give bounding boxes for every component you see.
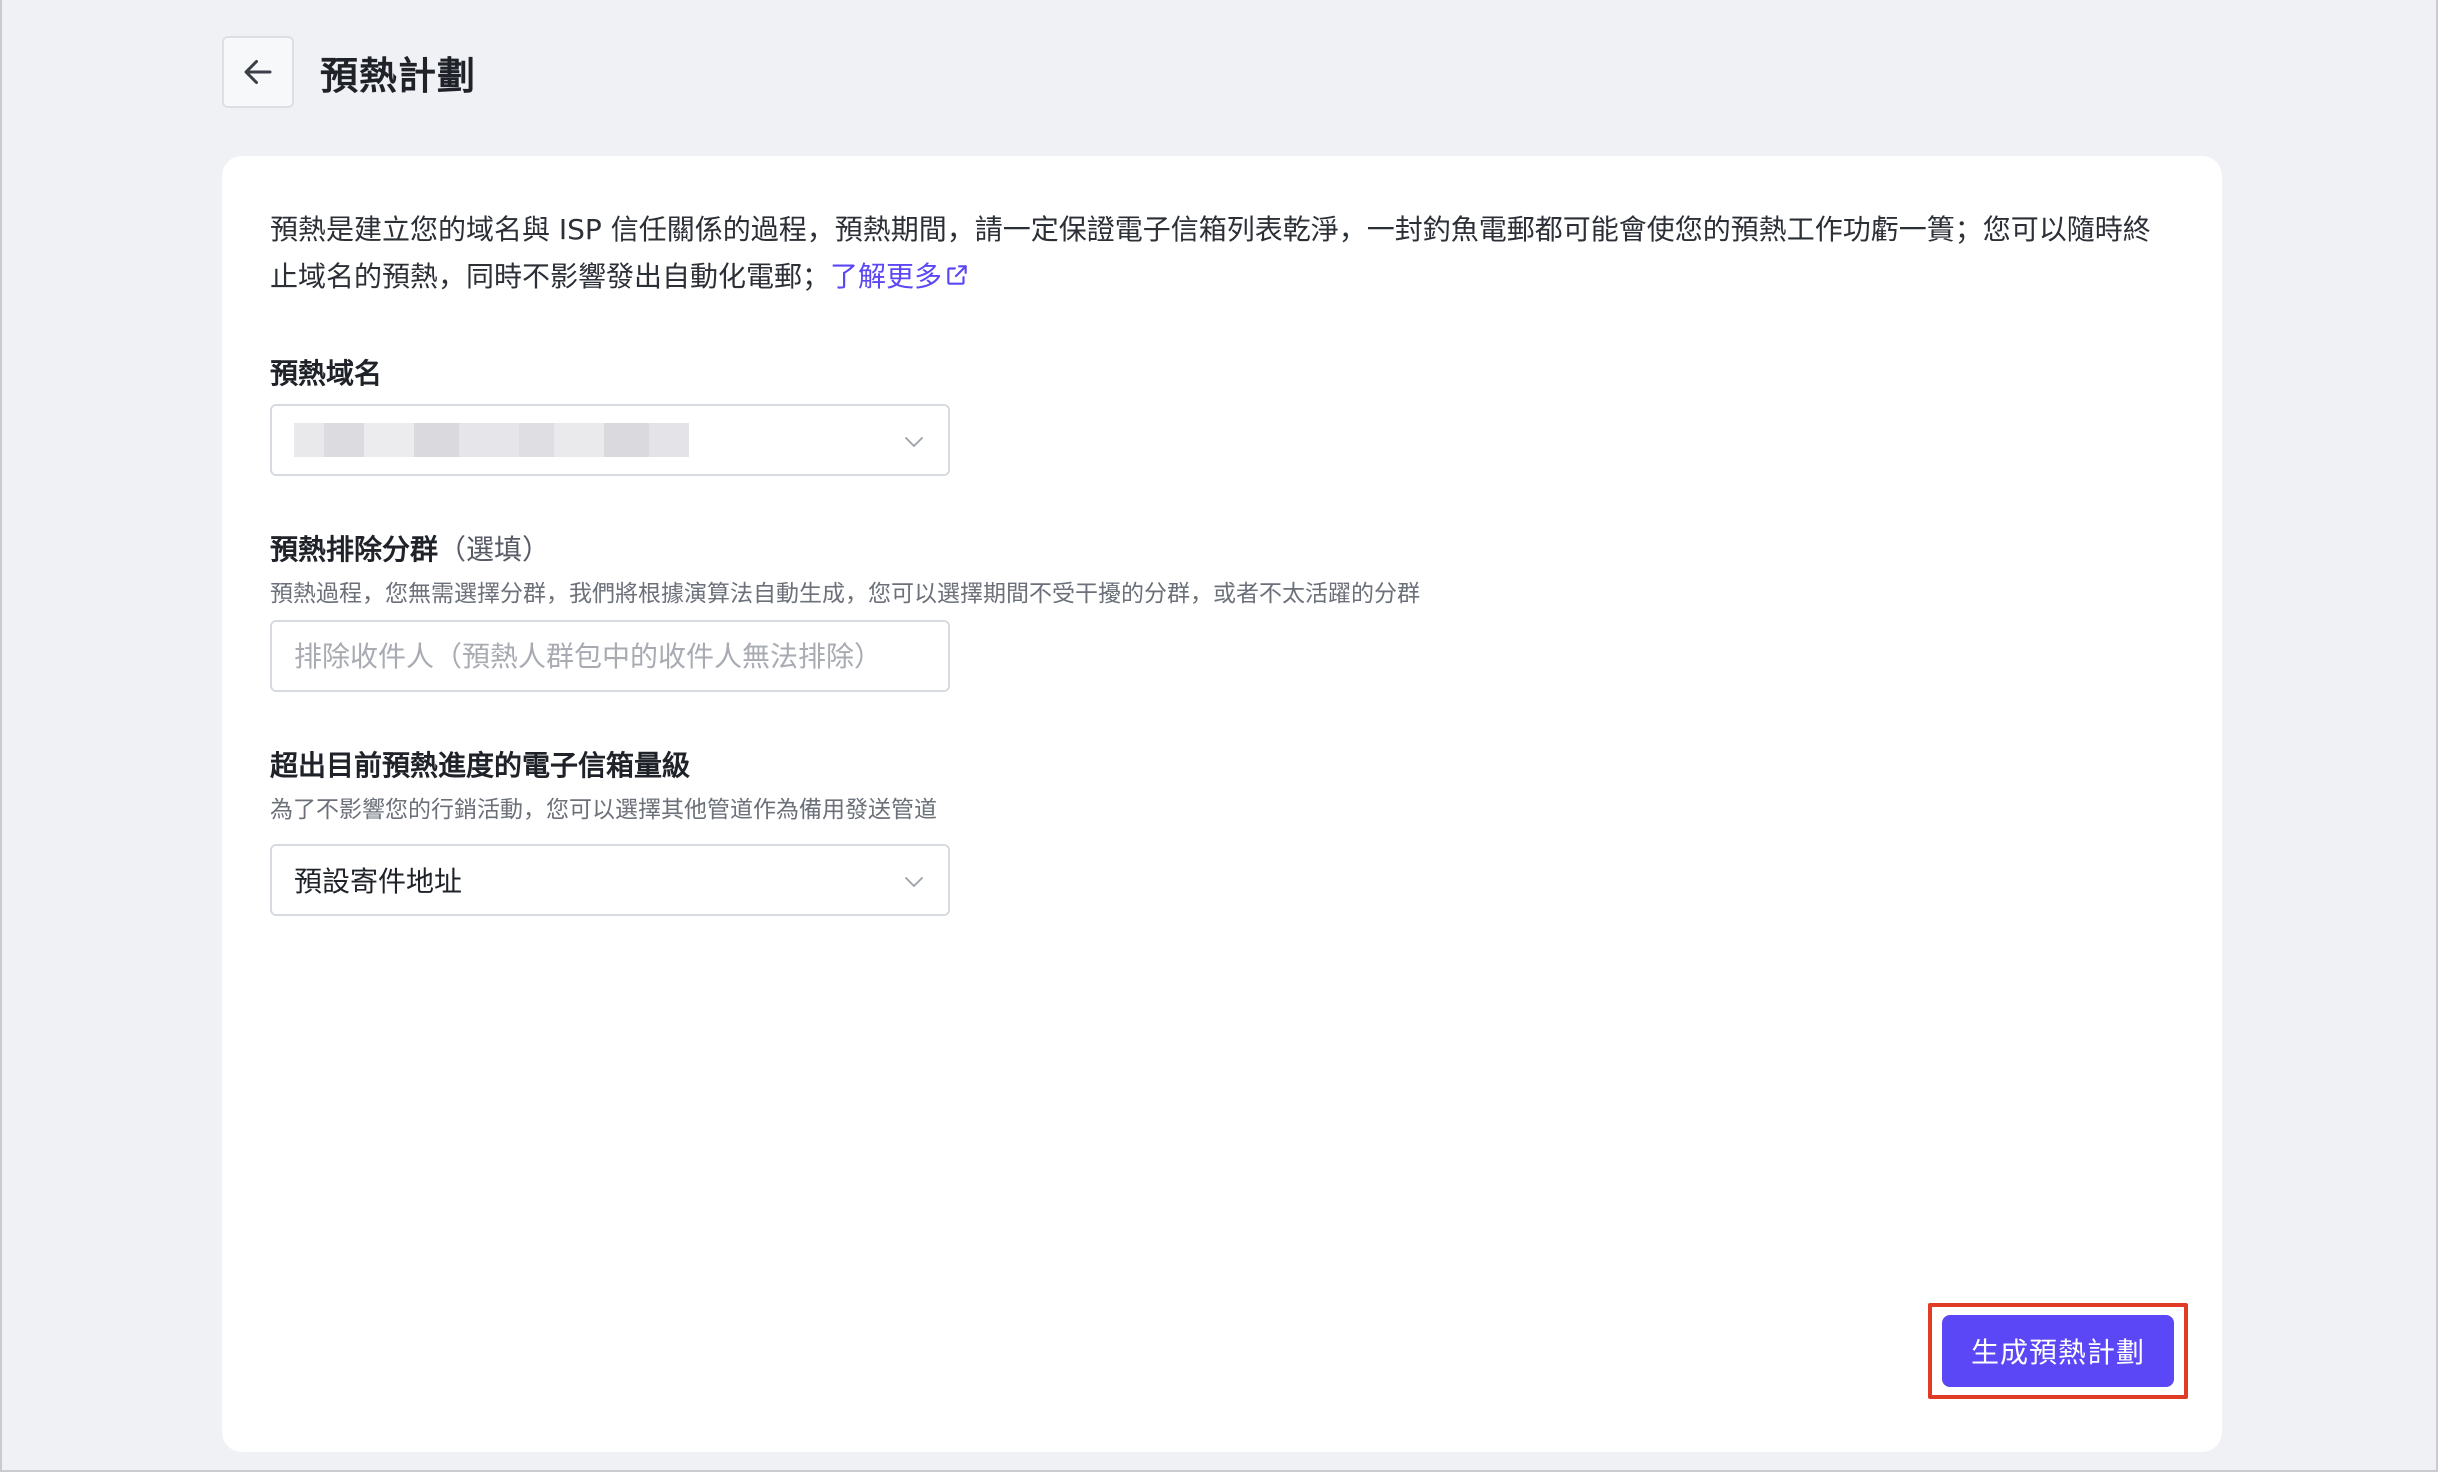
domain-label: 預熱域名 [270, 357, 383, 390]
page-header: 預熱計劃 [222, 36, 476, 108]
learn-more-label: 了解更多 [830, 260, 943, 293]
arrow-left-icon [244, 60, 272, 84]
warmup-form-card: 預熱是建立您的域名與 ISP 信任關係的過程，預熱期間，請一定保證電子信箱列表乾… [222, 156, 2222, 1452]
domain-select[interactable] [270, 404, 950, 476]
exclude-label-text: 預熱排除分群 [270, 533, 439, 566]
domain-value-obscured [294, 420, 689, 460]
exclude-help: 預熱過程，您無需選擇分群，我們將根據演算法自動生成，您可以選擇期間不受干擾的分群… [270, 581, 1420, 607]
optional-tag: （選填） [438, 533, 551, 566]
chevron-down-icon [905, 437, 923, 447]
intro-text: 預熱是建立您的域名與 ISP 信任關係的過程，預熱期間，請一定保證電子信箱列表乾… [270, 206, 2170, 300]
exclude-label: 預熱排除分群（選填） [270, 528, 550, 568]
overflow-help: 為了不影響您的行銷活動，您可以選擇其他管道作為備用發送管道 [270, 797, 937, 823]
generate-plan-button[interactable]: 生成預熱計劃 [1942, 1315, 2174, 1387]
back-button[interactable] [222, 36, 294, 108]
fallback-sender-value: 預設寄件地址 [294, 865, 463, 898]
intro-description: 預熱是建立您的域名與 ISP 信任關係的過程，預熱期間，請一定保證電子信箱列表乾… [270, 213, 2151, 293]
fallback-sender-select[interactable]: 預設寄件地址 [270, 844, 950, 916]
chevron-down-icon [905, 877, 923, 887]
exclude-recipients-input[interactable] [294, 639, 926, 673]
external-link-icon [947, 265, 967, 285]
learn-more-link[interactable]: 了解更多 [830, 260, 970, 293]
exclude-recipients-input-wrapper[interactable] [270, 620, 950, 692]
overflow-label: 超出目前預熱進度的電子信箱量級 [270, 749, 691, 782]
page-title: 預熱計劃 [320, 53, 477, 98]
